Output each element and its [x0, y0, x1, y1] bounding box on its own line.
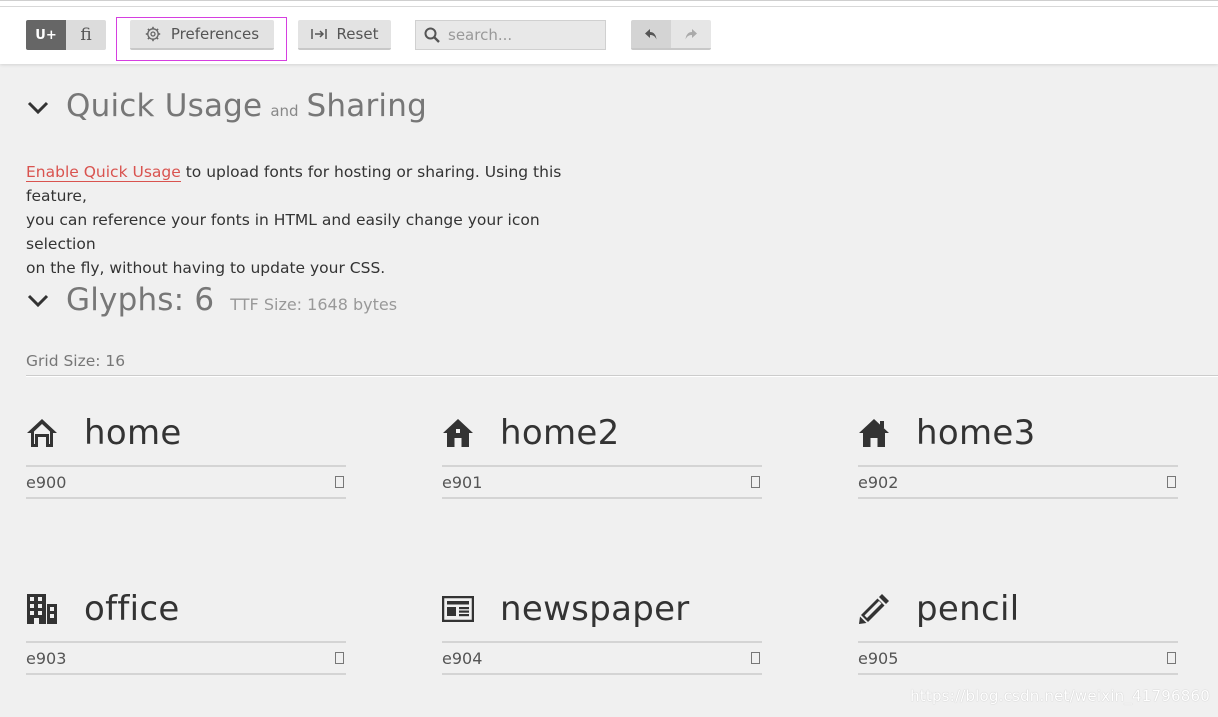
- quick-usage-header[interactable]: Quick Usage and Sharing: [66, 88, 427, 124]
- pencil-icon: [858, 592, 892, 626]
- glyph-name: office: [84, 589, 180, 629]
- glyph-code[interactable]: e905: [858, 649, 898, 668]
- glyph-preview-box: [1167, 476, 1176, 488]
- watermark: https://blog.csdn.net/weixin_41796860: [910, 687, 1210, 705]
- glyph-code[interactable]: e904: [442, 649, 482, 668]
- glyph-card-home3[interactable]: home3 e902: [858, 409, 1178, 499]
- grid-size-label: Grid Size: 16: [26, 352, 126, 370]
- glyphs-header[interactable]: Glyphs: 6 TTF Size: 1648 bytes: [66, 282, 397, 318]
- chevron-down-icon[interactable]: [27, 292, 49, 308]
- chevron-down-icon[interactable]: [27, 99, 49, 115]
- glyph-divider: [442, 497, 762, 499]
- search-input[interactable]: [448, 26, 598, 44]
- glyph-name: home2: [500, 413, 620, 453]
- enable-quick-usage-link[interactable]: Enable Quick Usage: [26, 163, 181, 182]
- ligature-toggle-button[interactable]: ﬁ: [66, 20, 106, 50]
- redo-icon: [685, 29, 697, 40]
- glyph-name: home: [84, 413, 182, 453]
- ttf-size-label: TTF Size: 1648 bytes: [230, 295, 398, 314]
- home3-icon: [858, 416, 892, 450]
- glyph-divider: [858, 497, 1178, 499]
- home-icon: [26, 416, 60, 450]
- code-type-toggle: U+ ﬁ: [26, 20, 106, 50]
- home2-icon: [442, 416, 476, 450]
- quick-usage-text-2: you can reference your fonts in HTML and…: [26, 211, 540, 253]
- glyph-card-office[interactable]: office e903: [26, 585, 346, 675]
- undo-icon: [645, 29, 657, 40]
- glyph-card-home[interactable]: home e900: [26, 409, 346, 499]
- glyph-name: pencil: [916, 589, 1020, 629]
- search-box: [415, 20, 606, 50]
- reset-button[interactable]: Reset: [298, 20, 391, 50]
- glyph-code[interactable]: e901: [442, 473, 482, 492]
- glyph-preview-box: [751, 476, 760, 488]
- glyph-divider: [26, 497, 346, 499]
- glyph-code[interactable]: e900: [26, 473, 66, 492]
- quick-usage-description: Enable Quick Usage to upload fonts for h…: [26, 160, 596, 280]
- grid-divider: [26, 375, 1218, 376]
- unicode-toggle-button[interactable]: U+: [26, 20, 66, 50]
- reset-label: Reset: [336, 25, 379, 43]
- redo-button[interactable]: [671, 20, 711, 50]
- quick-usage-title-sharing: Sharing: [306, 88, 427, 124]
- glyph-divider: [442, 673, 762, 675]
- glyph-preview-box: [751, 652, 760, 664]
- search-icon: [424, 27, 440, 43]
- glyph-card-pencil[interactable]: pencil e905: [858, 585, 1178, 675]
- glyph-divider: [858, 673, 1178, 675]
- glyph-name: newspaper: [500, 589, 690, 629]
- undo-button[interactable]: [631, 20, 671, 50]
- preferences-highlight-frame: [116, 17, 287, 61]
- quick-usage-text-3: on the fly, without having to update you…: [26, 259, 386, 277]
- quick-usage-and: and: [270, 102, 299, 120]
- glyph-card-home2[interactable]: home2 e901: [442, 409, 762, 499]
- glyphs-title: Glyphs: 6: [66, 282, 215, 318]
- glyph-code[interactable]: e902: [858, 473, 898, 492]
- history-controls: [631, 20, 711, 50]
- glyph-name: home3: [916, 413, 1036, 453]
- glyph-preview-box: [335, 652, 344, 664]
- glyph-divider: [26, 673, 346, 675]
- reset-icon: [310, 29, 327, 39]
- newspaper-icon: [442, 592, 476, 626]
- glyph-code[interactable]: e903: [26, 649, 66, 668]
- toolbar: U+ ﬁ Preferences Reset: [0, 0, 1218, 64]
- glyph-preview-box: [335, 476, 344, 488]
- glyph-card-newspaper[interactable]: newspaper e904: [442, 585, 762, 675]
- office-icon: [26, 592, 60, 626]
- glyph-preview-box: [1167, 652, 1176, 664]
- toolbar-top-divider: [0, 6, 1218, 7]
- quick-usage-title: Quick Usage: [66, 88, 263, 124]
